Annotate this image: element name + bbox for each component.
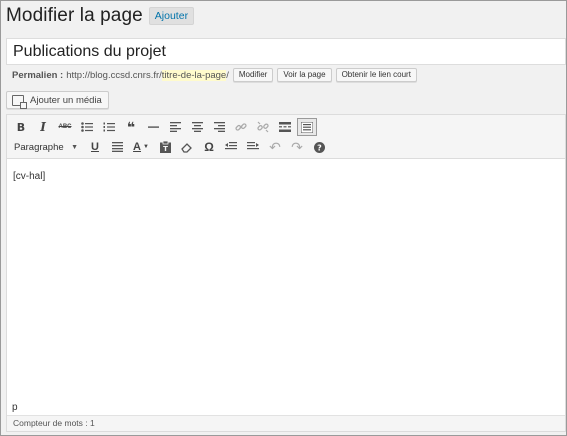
- editor-content[interactable]: [cv-hal]: [13, 171, 45, 182]
- strikethrough-icon[interactable]: ABC: [55, 118, 75, 136]
- get-shortlink-button[interactable]: Obtenir le lien court: [335, 67, 417, 83]
- unlink-icon[interactable]: [253, 118, 273, 136]
- editor: B I ABC ❝ Paragraphe ▼ U A ▼ T Ω ↶ ↷ ? […: [6, 114, 566, 432]
- word-count: Compteur de mots : 1: [7, 415, 565, 431]
- outdent-icon[interactable]: [221, 138, 241, 156]
- italic-icon[interactable]: I: [33, 118, 53, 136]
- page-title: Modifier la page: [6, 5, 143, 26]
- post-title-input[interactable]: Publications du projet: [6, 38, 566, 65]
- eraser-icon[interactable]: [177, 138, 197, 156]
- numbered-list-icon[interactable]: [99, 118, 119, 136]
- special-character-icon[interactable]: Ω: [199, 138, 219, 156]
- add-media-button[interactable]: Ajouter un média: [6, 91, 109, 109]
- indent-icon[interactable]: [243, 138, 263, 156]
- format-select[interactable]: Paragraphe ▼: [11, 139, 81, 155]
- help-icon[interactable]: ?: [309, 138, 329, 156]
- justify-icon[interactable]: [107, 138, 127, 156]
- horizontal-line-icon[interactable]: [143, 118, 163, 136]
- permalink-base-url: http://blog.ccsd.cnrs.fr/: [66, 69, 162, 81]
- permalink-label: Permalien :: [12, 69, 64, 81]
- blockquote-icon[interactable]: ❝: [121, 118, 141, 136]
- align-center-icon[interactable]: [187, 118, 207, 136]
- edit-permalink-button[interactable]: Modifier: [232, 67, 274, 83]
- permalink-url[interactable]: http://blog.ccsd.cnrs.fr/titre-de-la-pag…: [66, 69, 229, 81]
- element-path[interactable]: p: [7, 401, 565, 415]
- bullet-list-icon[interactable]: [77, 118, 97, 136]
- bold-icon[interactable]: B: [11, 118, 31, 136]
- undo-icon[interactable]: ↶: [265, 138, 285, 156]
- text-color-icon[interactable]: A ▼: [129, 138, 153, 156]
- toolbar-toggle-icon[interactable]: [297, 118, 317, 136]
- media-icon: [12, 94, 27, 109]
- underline-icon[interactable]: U: [85, 138, 105, 156]
- align-right-icon[interactable]: [209, 118, 229, 136]
- chevron-down-icon: ▼: [71, 143, 78, 151]
- editor-toolbar: B I ABC ❝ Paragraphe ▼ U A ▼ T Ω ↶ ↷ ?: [7, 115, 565, 159]
- toolbar-row-1: B I ABC ❝: [11, 117, 319, 137]
- svg-text:T: T: [163, 145, 168, 153]
- permalink-trailing: /: [226, 69, 229, 81]
- view-page-button[interactable]: Voir la page: [277, 67, 332, 83]
- link-icon[interactable]: [231, 118, 251, 136]
- add-media-label: Ajouter un média: [30, 94, 102, 106]
- align-left-icon[interactable]: [165, 118, 185, 136]
- permalink-bar: Permalien : http://blog.ccsd.cnrs.fr/tit…: [12, 66, 417, 84]
- permalink-slug: titre-de-la-page: [161, 69, 227, 81]
- format-select-value: Paragraphe: [14, 141, 64, 153]
- add-new-button[interactable]: Ajouter: [148, 6, 195, 26]
- svg-text:?: ?: [317, 143, 322, 152]
- page-heading: Modifier la page Ajouter: [6, 5, 195, 27]
- toolbar-row-2: Paragraphe ▼ U A ▼ T Ω ↶ ↷ ?: [11, 137, 331, 157]
- paste-text-icon[interactable]: T: [155, 138, 175, 156]
- redo-icon[interactable]: ↷: [287, 138, 307, 156]
- read-more-icon[interactable]: [275, 118, 295, 136]
